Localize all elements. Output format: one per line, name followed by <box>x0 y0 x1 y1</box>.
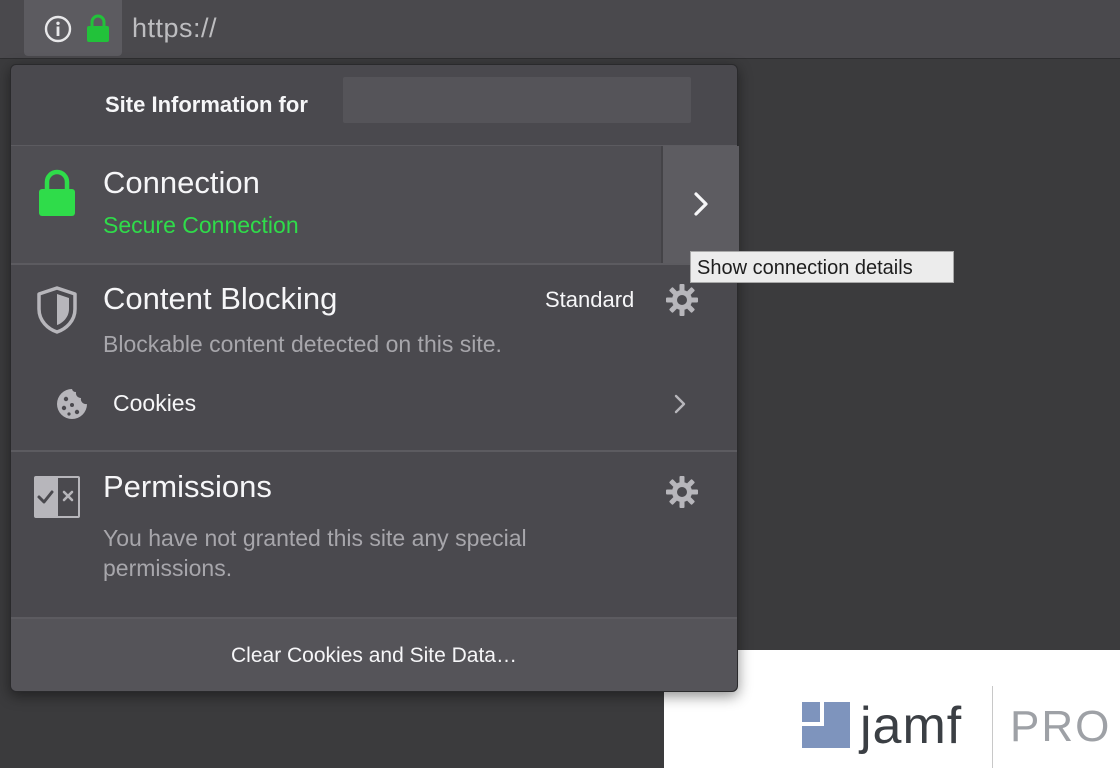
panel-header: Site Information for <box>11 65 737 145</box>
panel-footer: Clear Cookies and Site Data… <box>11 619 737 691</box>
connection-details-tooltip: Show connection details <box>690 251 954 283</box>
header-title: Site Information for <box>105 92 308 117</box>
divider <box>11 263 737 265</box>
gear-icon[interactable] <box>665 475 699 509</box>
info-circle-icon[interactable] <box>44 15 72 43</box>
permissions-description: You have not granted this site any speci… <box>103 525 527 581</box>
chevron-right-icon <box>674 394 686 414</box>
content-blocking-level: Standard <box>545 287 635 312</box>
chevron-right-icon <box>694 192 708 216</box>
url-bar[interactable]: https:// <box>0 0 1120 59</box>
content-blocking-description: Blockable content detected on this site. <box>103 331 502 357</box>
connection-status: Secure Connection <box>103 212 299 238</box>
permissions-icon <box>34 476 80 518</box>
permissions-title: Permissions <box>103 469 272 504</box>
lock-icon <box>39 169 75 216</box>
brand-divider <box>992 686 993 768</box>
show-connection-details-button[interactable] <box>661 146 739 263</box>
gear-icon[interactable] <box>665 283 699 317</box>
shield-icon <box>37 286 77 334</box>
host-name-redacted <box>343 77 691 123</box>
site-information-panel: Site Information for Connection Secure C… <box>10 64 739 692</box>
brand-word: jamf <box>860 697 963 755</box>
brand-product: PRO <box>1010 702 1112 751</box>
url-text[interactable]: https:// <box>132 13 217 44</box>
lock-icon[interactable] <box>86 13 110 43</box>
jamf-logo-mark-icon <box>802 702 850 748</box>
clear-cookies-button[interactable]: Clear Cookies and Site Data… <box>11 619 737 691</box>
cookies-row[interactable]: Cookies <box>11 375 737 435</box>
connection-row[interactable]: Connection Secure Connection <box>11 146 739 263</box>
cookies-label: Cookies <box>113 390 197 416</box>
content-blocking-title: Content Blocking <box>103 281 338 316</box>
cookie-icon <box>57 389 87 419</box>
divider <box>11 450 737 452</box>
connection-title: Connection <box>103 165 260 200</box>
